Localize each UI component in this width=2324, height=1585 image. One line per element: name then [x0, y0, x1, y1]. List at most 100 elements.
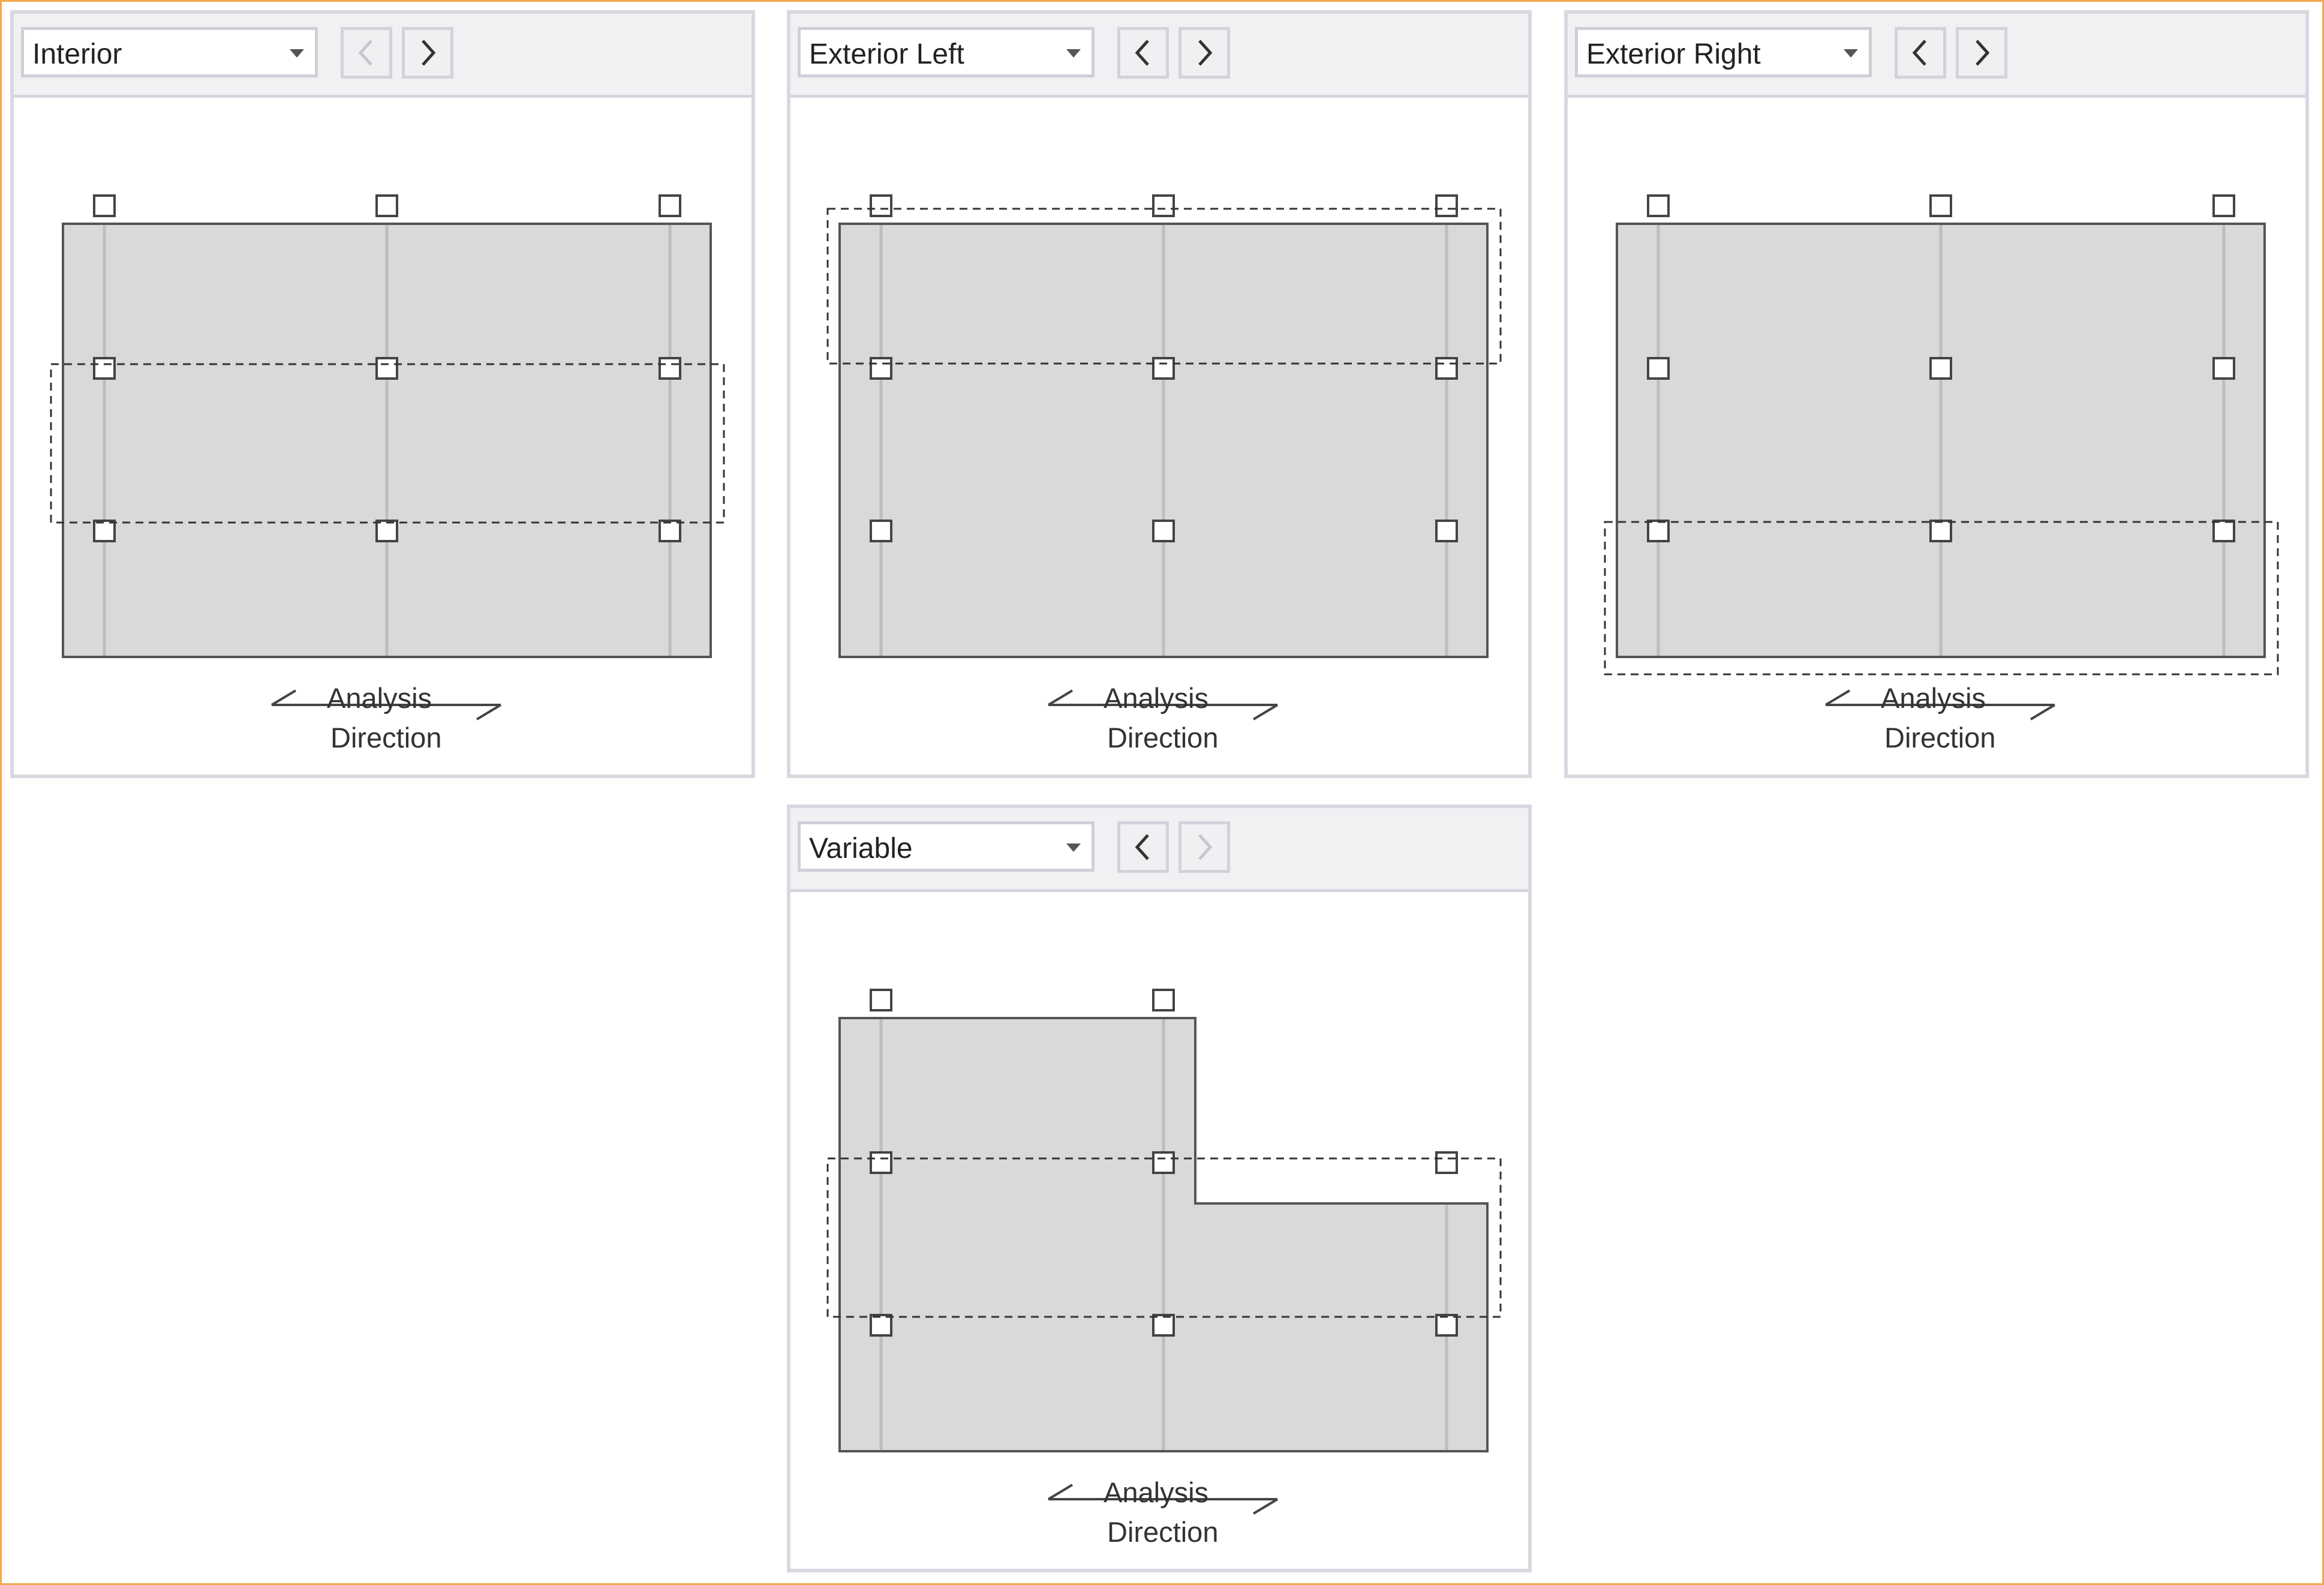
previous-button[interactable] — [1117, 821, 1169, 873]
panel-toolbar: Interior — [14, 14, 751, 98]
column-square-icon — [1152, 520, 1175, 542]
strip-diagram: Analysis Direction — [790, 98, 1528, 775]
column-square-icon — [1152, 1151, 1175, 1174]
strip-type-dropdown[interactable]: Exterior Right — [1575, 27, 1872, 77]
next-button[interactable] — [402, 27, 453, 79]
previous-button[interactable] — [341, 27, 392, 79]
slab-plan-drawing — [1604, 194, 2279, 721]
chevron-left-icon — [1135, 834, 1149, 860]
column-square-icon — [1152, 1314, 1175, 1337]
next-button[interactable] — [1178, 821, 1230, 873]
chevron-right-icon — [1198, 834, 1213, 860]
panel-toolbar: Exterior Right — [1568, 14, 2305, 98]
panel-variable: Variable Analysis Direction — [787, 804, 1532, 1572]
analysis-direction-arrowhead — [1252, 1498, 1279, 1515]
chevron-right-icon — [1976, 40, 1990, 66]
column-square-icon — [1435, 1314, 1458, 1337]
slab-plan-drawing — [826, 194, 1502, 721]
previous-button[interactable] — [1895, 27, 1946, 79]
chevron-right-glyph — [1198, 834, 1213, 860]
column-square-icon — [1929, 520, 1952, 542]
analysis-direction-label: Analysis — [1881, 682, 1986, 714]
dropdown-selected-value: Exterior Right — [1586, 38, 1761, 70]
panel-interior: Interior Analysis Direction — [10, 10, 755, 778]
column-square-icon — [1435, 194, 1458, 217]
analysis-direction-arrow-icon — [1047, 1484, 1074, 1500]
column-square-icon — [93, 520, 116, 542]
dropdown-selected-value: Exterior Left — [809, 38, 964, 70]
strip-diagram: Analysis Direction — [1568, 98, 2305, 775]
chevron-left-glyph — [1912, 40, 1926, 66]
column-square-icon — [2212, 520, 2235, 542]
chevron-left-icon — [358, 40, 372, 66]
analysis-direction-arrowhead — [2030, 704, 2056, 721]
chevron-right-icon — [1198, 40, 1213, 66]
strip-type-dropdown[interactable]: Interior — [21, 27, 318, 77]
column-square-icon — [870, 520, 892, 542]
chevron-down-icon — [1066, 49, 1081, 58]
column-square-icon — [1152, 989, 1175, 1011]
analysis-direction-label: Analysis — [1104, 1476, 1209, 1508]
column-square-icon — [1647, 520, 1670, 542]
column-square-icon — [93, 357, 116, 380]
chevron-left-glyph — [1135, 40, 1149, 66]
panel-exterior-right: Exterior Right Analysis Direction — [1564, 10, 2309, 778]
column-square-icon — [870, 1151, 892, 1174]
strip-type-dropdown[interactable]: Exterior Left — [798, 27, 1095, 77]
column-square-icon — [870, 1314, 892, 1337]
column-square-icon — [2212, 194, 2235, 217]
strip-diagram: Analysis Direction — [790, 892, 1528, 1569]
column-square-icon — [870, 357, 892, 380]
chevron-right-glyph — [1198, 40, 1213, 66]
column-square-icon — [1435, 357, 1458, 380]
column-square-icon — [659, 357, 681, 380]
chevron-down-icon — [1844, 49, 1858, 58]
column-square-icon — [870, 989, 892, 1011]
analysis-direction-arrow-icon — [1824, 689, 1851, 706]
column-square-icon — [1435, 520, 1458, 542]
chevron-right-icon — [422, 40, 436, 66]
column-square-icon — [375, 357, 398, 380]
panel-toolbar: Exterior Left — [790, 14, 1528, 98]
column-square-icon — [870, 194, 892, 217]
column-square-icon — [1152, 357, 1175, 380]
panel-toolbar: Variable — [790, 808, 1528, 892]
strip-diagram: Analysis Direction — [14, 98, 751, 775]
analysis-direction-arrowhead — [476, 704, 502, 721]
analysis-direction-arrow-icon — [270, 689, 297, 706]
column-square-icon — [1152, 194, 1175, 217]
chevron-down-icon — [290, 49, 304, 58]
analysis-direction-label-line2: Direction — [1107, 1516, 1219, 1548]
panel-exterior-left: Exterior Left Analysis Direction — [787, 10, 1532, 778]
column-square-icon — [1647, 357, 1670, 380]
next-button[interactable] — [1956, 27, 2007, 79]
analysis-direction-arrowhead — [1252, 704, 1279, 721]
analysis-direction-label-line2: Direction — [330, 722, 442, 754]
analysis-direction-arrow-icon — [1047, 689, 1074, 706]
chevron-left-icon — [1135, 40, 1149, 66]
chevron-right-glyph — [1976, 40, 1990, 66]
column-square-icon — [1929, 357, 1952, 380]
column-square-icon — [1435, 1151, 1458, 1174]
column-square-icon — [93, 194, 116, 217]
column-square-icon — [659, 520, 681, 542]
column-square-icon — [375, 520, 398, 542]
analysis-direction-label-line2: Direction — [1107, 722, 1219, 754]
slab-plan-drawing — [50, 194, 725, 721]
chevron-left-icon — [1912, 40, 1926, 66]
column-square-icon — [375, 194, 398, 217]
previous-button[interactable] — [1117, 27, 1169, 79]
chevron-left-glyph — [1135, 834, 1149, 860]
dropdown-selected-value: Interior — [32, 38, 122, 70]
next-button[interactable] — [1178, 27, 1230, 79]
dropdown-selected-value: Variable — [809, 833, 913, 864]
app-frame: Interior Analysis Direction Exterior Lef… — [0, 0, 2324, 1585]
column-square-icon — [659, 194, 681, 217]
analysis-direction-label-line2: Direction — [1884, 722, 1996, 754]
analysis-direction-label: Analysis — [327, 682, 432, 714]
column-square-icon — [2212, 357, 2235, 380]
chevron-left-glyph — [358, 40, 372, 66]
strip-type-dropdown[interactable]: Variable — [798, 821, 1095, 872]
column-square-icon — [1929, 194, 1952, 217]
column-square-icon — [1647, 194, 1670, 217]
